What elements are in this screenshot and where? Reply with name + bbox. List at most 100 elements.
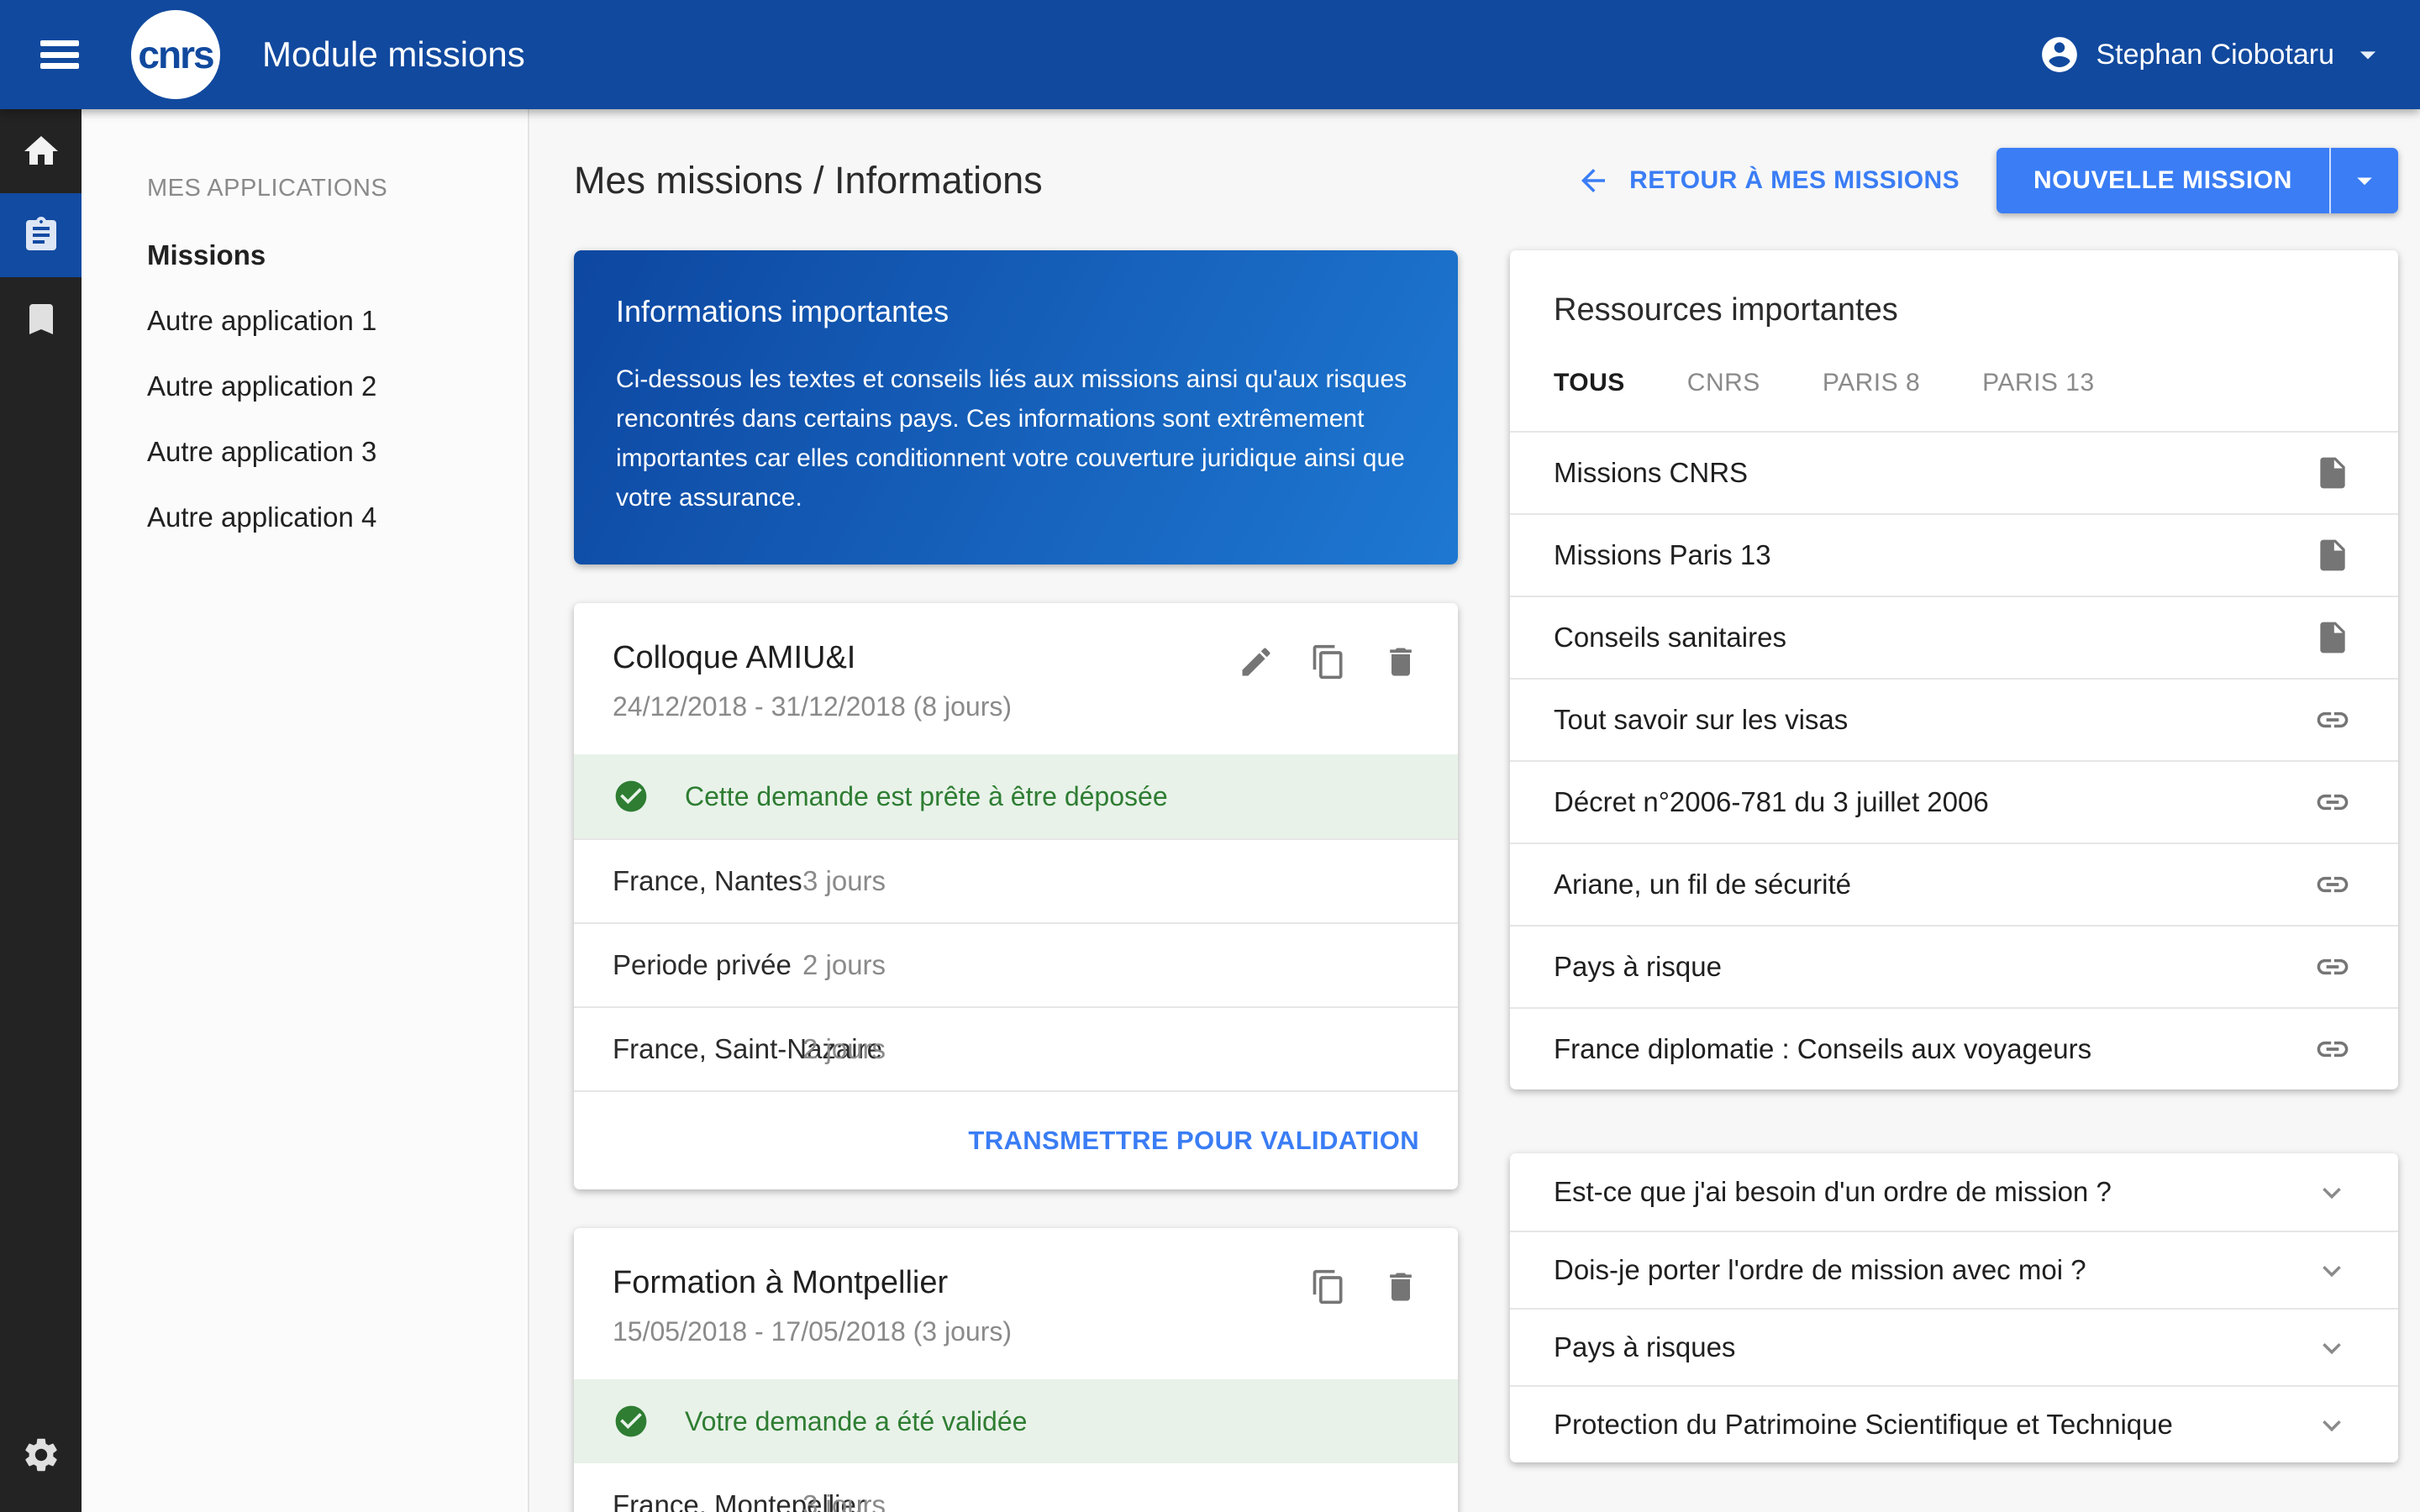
rail-missions-button[interactable] bbox=[0, 193, 82, 277]
segment-duration: 2 jours bbox=[802, 949, 886, 981]
user-caret-down-icon bbox=[2349, 36, 2386, 73]
link-icon bbox=[2314, 948, 2351, 985]
mission-card-colloque: Colloque AMIU&I 24/12/2018 - 31/12/2018 … bbox=[574, 603, 1458, 1189]
resource-label: Missions Paris 13 bbox=[1554, 539, 1771, 571]
faq-item-protection-patrimoine[interactable]: Protection du Patrimoine Scientifique et… bbox=[1510, 1385, 2398, 1462]
sidebar-item-autre-application-2[interactable]: Autre application 2 bbox=[147, 370, 528, 402]
info-card-title: Informations importantes bbox=[616, 294, 1416, 329]
resource-item[interactable]: France diplomatie : Conseils aux voyageu… bbox=[1510, 1007, 2398, 1089]
mission-card-formation: Formation à Montpellier 15/05/2018 - 17/… bbox=[574, 1228, 1458, 1512]
document-icon bbox=[2314, 454, 2351, 491]
resources-tabs: TOUS CNRS PARIS 8 PARIS 13 bbox=[1554, 369, 2354, 431]
sidebar-item-autre-application-1[interactable]: Autre application 1 bbox=[147, 305, 528, 337]
sidebar-section-title: MES APPLICATIONS bbox=[147, 175, 528, 202]
new-mission-button[interactable]: NOUVELLE MISSION bbox=[1996, 148, 2398, 213]
resource-label: Tout savoir sur les visas bbox=[1554, 704, 1848, 736]
clipboard-icon bbox=[21, 215, 61, 255]
mission-title: Formation à Montpellier bbox=[613, 1265, 1012, 1301]
tab-tous[interactable]: TOUS bbox=[1554, 369, 1625, 397]
resource-label: Missions CNRS bbox=[1554, 457, 1748, 489]
chevron-down-icon bbox=[2312, 1405, 2351, 1444]
resource-label: France diplomatie : Conseils aux voyageu… bbox=[1554, 1033, 2091, 1065]
segment-place: France, Nantes bbox=[613, 865, 802, 897]
resource-label: Conseils sanitaires bbox=[1554, 622, 1786, 654]
arrow-back-icon bbox=[1576, 163, 1611, 198]
link-icon bbox=[2314, 701, 2351, 738]
mission-segment-row: Periode privée 2 jours bbox=[574, 922, 1458, 1006]
link-icon bbox=[2314, 866, 2351, 903]
app-title: Module missions bbox=[262, 34, 525, 75]
resource-item[interactable]: Conseils sanitaires bbox=[1510, 596, 2398, 678]
mission-segment-row: France, Nantes 3 jours bbox=[574, 838, 1458, 922]
account-circle-icon bbox=[2039, 34, 2081, 76]
missions-column: Informations importantes Ci-dessous les … bbox=[574, 250, 1458, 1512]
gear-icon bbox=[21, 1435, 61, 1475]
document-icon bbox=[2314, 537, 2351, 574]
resource-item[interactable]: Missions CNRS bbox=[1510, 431, 2398, 513]
back-to-missions-link[interactable]: RETOUR À MES MISSIONS bbox=[1576, 163, 1960, 198]
submit-for-validation-button[interactable]: TRANSMETTRE POUR VALIDATION bbox=[968, 1126, 1419, 1156]
important-info-card: Informations importantes Ci-dessous les … bbox=[574, 250, 1458, 564]
rail-home-button[interactable] bbox=[0, 109, 82, 193]
resource-item[interactable]: Missions Paris 13 bbox=[1510, 513, 2398, 596]
link-icon bbox=[2314, 784, 2351, 821]
applications-sidebar: MES APPLICATIONS Missions Autre applicat… bbox=[82, 109, 529, 1512]
duplicate-icon[interactable] bbox=[1310, 643, 1347, 680]
faq-label: Dois-je porter l'ordre de mission avec m… bbox=[1554, 1254, 2086, 1286]
back-link-label: RETOUR À MES MISSIONS bbox=[1629, 166, 1960, 195]
chevron-down-icon bbox=[2312, 1328, 2351, 1367]
tab-paris-13[interactable]: PARIS 13 bbox=[1982, 369, 2095, 397]
sidebar-item-autre-application-3[interactable]: Autre application 3 bbox=[147, 436, 528, 468]
chevron-down-icon bbox=[2312, 1173, 2351, 1211]
faq-card: Est-ce que j'ai besoin d'un ordre de mis… bbox=[1510, 1153, 2398, 1462]
delete-icon[interactable] bbox=[1382, 1268, 1419, 1305]
mission-title: Colloque AMIU&I bbox=[613, 640, 1012, 676]
check-circle-icon bbox=[613, 1403, 650, 1440]
mission-dates: 24/12/2018 - 31/12/2018 (8 jours) bbox=[613, 691, 1012, 722]
resource-item[interactable]: Décret n°2006-781 du 3 juillet 2006 bbox=[1510, 760, 2398, 843]
duplicate-icon[interactable] bbox=[1310, 1268, 1347, 1305]
mission-segment-row: France, Saint-Nazaire 2 jours bbox=[574, 1006, 1458, 1090]
sidebar-item-missions[interactable]: Missions bbox=[147, 239, 528, 271]
app-bar: cnrs Module missions Stephan Ciobotaru bbox=[0, 0, 2420, 109]
resource-item[interactable]: Ariane, un fil de sécurité bbox=[1510, 843, 2398, 925]
new-mission-dropdown-button[interactable] bbox=[2331, 148, 2398, 213]
faq-item-ordre-de-mission[interactable]: Est-ce que j'ai besoin d'un ordre de mis… bbox=[1510, 1153, 2398, 1231]
segment-place: Periode privée bbox=[613, 949, 792, 981]
user-menu[interactable]: Stephan Ciobotaru bbox=[2039, 34, 2386, 76]
mission-dates: 15/05/2018 - 17/05/2018 (3 jours) bbox=[613, 1316, 1012, 1347]
main-content: Mes missions / Informations RETOUR À MES… bbox=[529, 109, 2420, 1512]
sidebar-item-autre-application-4[interactable]: Autre application 4 bbox=[147, 501, 528, 533]
resource-label: Pays à risque bbox=[1554, 951, 1722, 983]
rail-settings-button[interactable] bbox=[0, 1413, 82, 1497]
rail-bookmark-button[interactable] bbox=[0, 277, 82, 361]
mission-status-text: Votre demande a été validée bbox=[685, 1406, 1027, 1437]
resource-item[interactable]: Tout savoir sur les visas bbox=[1510, 678, 2398, 760]
faq-label: Protection du Patrimoine Scientifique et… bbox=[1554, 1409, 2173, 1441]
page-title: Mes missions / Informations bbox=[574, 159, 1043, 202]
segment-duration: 3 jours bbox=[802, 1489, 886, 1512]
icon-rail bbox=[0, 109, 82, 1512]
resource-label: Décret n°2006-781 du 3 juillet 2006 bbox=[1554, 786, 1989, 818]
hamburger-menu-icon[interactable] bbox=[35, 35, 84, 74]
chevron-down-icon bbox=[2312, 1251, 2351, 1289]
resource-item[interactable]: Pays à risque bbox=[1510, 925, 2398, 1007]
tab-cnrs[interactable]: CNRS bbox=[1687, 369, 1760, 397]
delete-icon[interactable] bbox=[1382, 643, 1419, 680]
edit-icon[interactable] bbox=[1238, 643, 1275, 680]
resources-card: Ressources importantes TOUS CNRS PARIS 8… bbox=[1510, 250, 2398, 1089]
segment-duration: 3 jours bbox=[802, 865, 886, 897]
tab-paris-8[interactable]: PARIS 8 bbox=[1823, 369, 1920, 397]
cnrs-logo-text: cnrs bbox=[138, 32, 213, 77]
resource-label: Ariane, un fil de sécurité bbox=[1554, 869, 1851, 900]
resources-title: Ressources importantes bbox=[1554, 292, 2354, 328]
link-icon bbox=[2314, 1031, 2351, 1068]
faq-item-porter-ordre[interactable]: Dois-je porter l'ordre de mission avec m… bbox=[1510, 1231, 2398, 1308]
faq-item-pays-a-risques[interactable]: Pays à risques bbox=[1510, 1308, 2398, 1385]
mission-status-banner: Votre demande a été validée bbox=[574, 1379, 1458, 1463]
bookmark-icon bbox=[21, 299, 61, 339]
document-icon bbox=[2314, 619, 2351, 656]
caret-down-icon bbox=[2347, 163, 2382, 198]
user-name: Stephan Ciobotaru bbox=[2096, 39, 2334, 71]
new-mission-label[interactable]: NOUVELLE MISSION bbox=[1996, 148, 2331, 213]
